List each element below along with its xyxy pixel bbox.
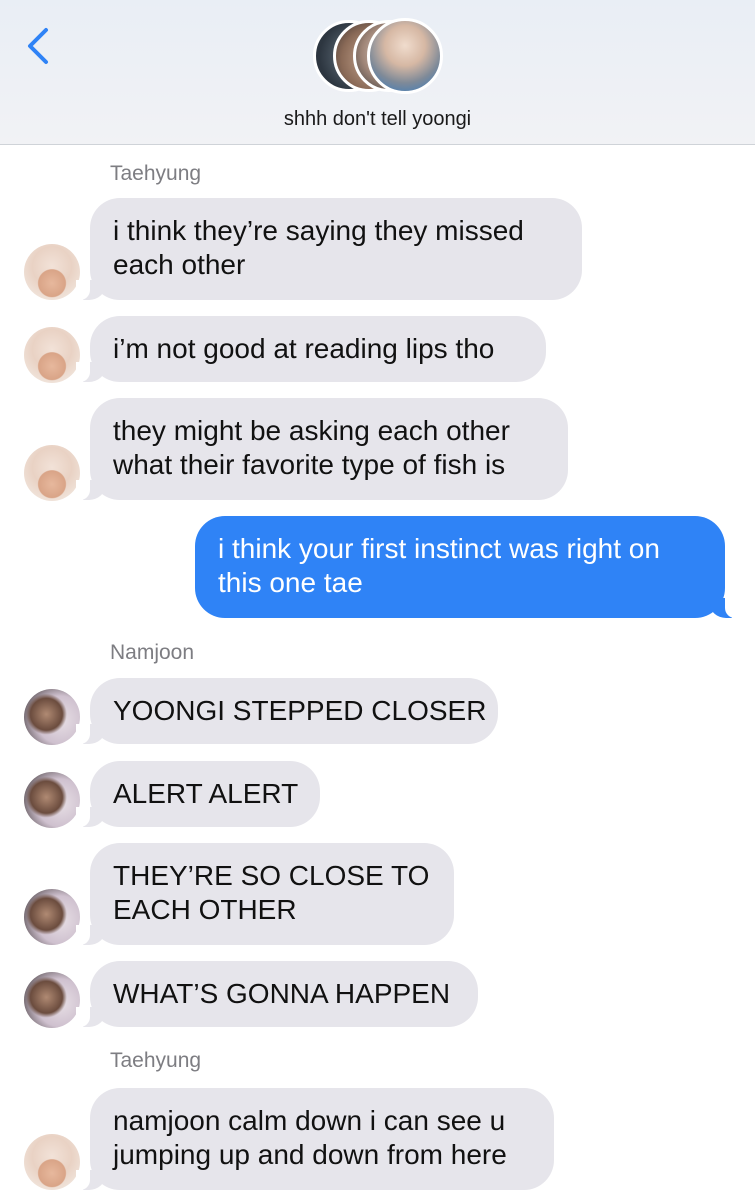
avatar[interactable] — [24, 972, 80, 1028]
message-bubble-outgoing[interactable]: i think your first instinct was right on… — [195, 516, 739, 618]
message-line: i’m not good at reading lips tho — [113, 333, 495, 364]
member-avatar — [367, 18, 443, 94]
message-line: what their favorite type of fish is — [113, 449, 506, 480]
sender-name: Taehyung — [110, 1049, 202, 1072]
message-bubble[interactable]: ALERT ALERT — [76, 761, 320, 827]
avatar[interactable] — [24, 689, 80, 745]
message-line: namjoon calm down i can see u — [113, 1105, 506, 1136]
message-line: each other — [113, 249, 246, 280]
avatar[interactable] — [24, 244, 80, 300]
sender-name: Namjoon — [110, 641, 195, 664]
message-line: this one tae — [218, 567, 363, 598]
avatar[interactable] — [24, 327, 80, 383]
avatar[interactable] — [24, 445, 80, 501]
message-line: they might be asking each other — [113, 415, 510, 446]
chat-header: shhh don't tell yoongi — [0, 0, 755, 145]
chevron-left-icon[interactable] — [22, 26, 56, 66]
group-title[interactable]: shhh don't tell yoongi — [0, 108, 755, 131]
message-bubble[interactable]: YOONGI STEPPED CLOSER — [76, 678, 498, 744]
message-bubble[interactable]: i’m not good at reading lips tho — [76, 316, 546, 382]
message-bubble[interactable]: WHAT’S GONNA HAPPEN — [76, 961, 478, 1027]
message-bubble[interactable]: THEY’RE SO CLOSE TO EACH OTHER — [76, 843, 454, 945]
avatar[interactable] — [24, 889, 80, 945]
message-line: WHAT’S GONNA HAPPEN — [113, 978, 451, 1009]
message-bubble[interactable]: i think they’re saying they missed each … — [76, 198, 582, 300]
message-line: YOONGI STEPPED CLOSER — [113, 695, 487, 726]
message-bubble[interactable]: they might be asking each other what the… — [76, 398, 568, 500]
message-line: i think they’re saying they missed — [113, 215, 524, 246]
avatar[interactable] — [24, 772, 80, 828]
message-line: i think your first instinct was right on — [218, 533, 660, 564]
message-bubble[interactable]: namjoon calm down i can see u jumping up… — [76, 1088, 554, 1190]
sender-name: Taehyung — [110, 162, 202, 185]
message-line: jumping up and down from here — [113, 1139, 507, 1170]
group-avatars[interactable] — [313, 18, 453, 96]
message-line: EACH OTHER — [113, 894, 297, 925]
avatar[interactable] — [24, 1134, 80, 1190]
message-line: ALERT ALERT — [113, 778, 299, 809]
message-line: THEY’RE SO CLOSE TO — [113, 860, 430, 891]
